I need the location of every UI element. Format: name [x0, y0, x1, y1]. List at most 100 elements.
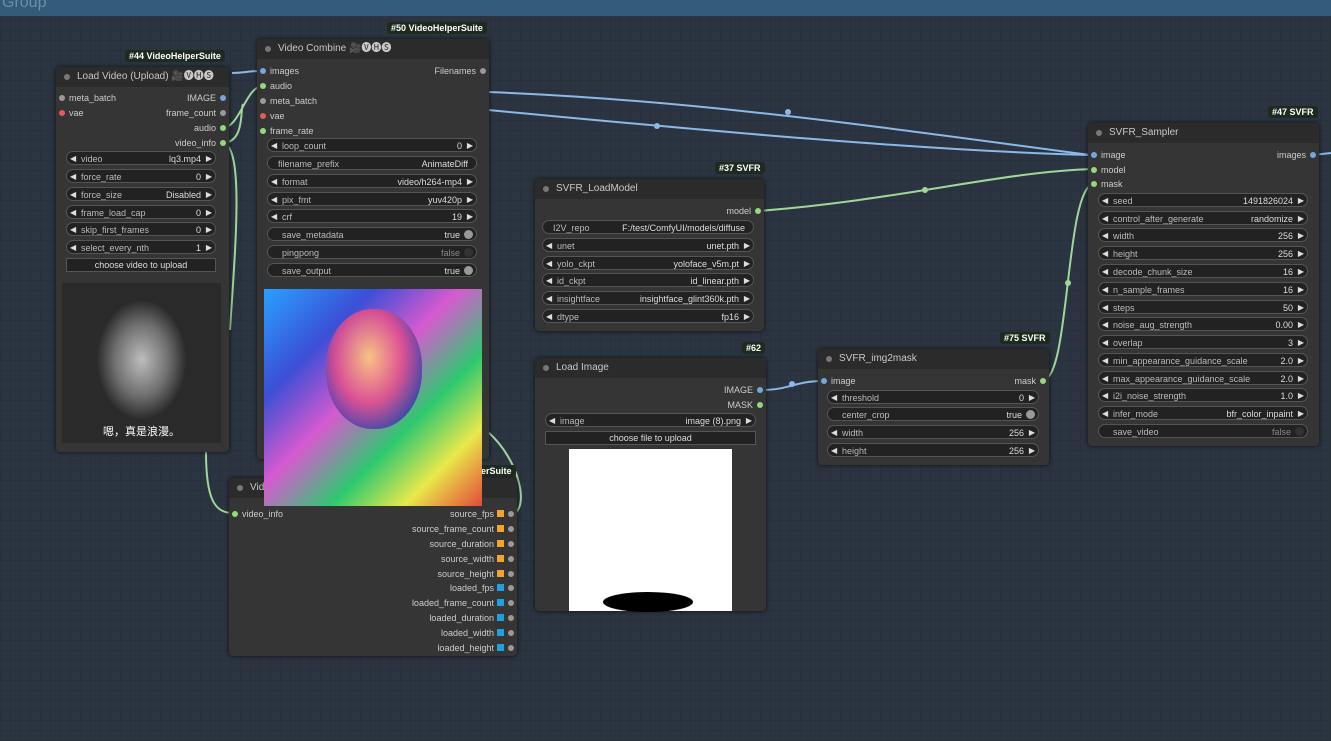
- output-images[interactable]: images: [1277, 148, 1317, 162]
- node-title[interactable]: SVFR_Sampler: [1088, 123, 1319, 143]
- widget-decode-chunk-size[interactable]: ◀ decode_chunk_size 16 ▶: [1098, 264, 1308, 278]
- widget-max-appearance-guidance-scale[interactable]: ◀ max_appearance_guidance_scale 2.0 ▶: [1098, 371, 1308, 385]
- collapse-dot-icon[interactable]: [543, 186, 549, 192]
- widget-yolo-ckpt[interactable]: ◀ yolo_ckpt yoloface_v5m.pt ▶: [542, 256, 754, 270]
- toggle-save-output[interactable]: save_output true: [267, 263, 477, 277]
- widget-video[interactable]: ◀ video lq3.mp4 ▶: [66, 151, 216, 165]
- node-load-image[interactable]: Load Image IMAGE MASK ◀ image image (8).pn…: [535, 358, 766, 612]
- upload-video-button[interactable]: choose video to upload: [66, 258, 216, 272]
- widget-format[interactable]: ◀ format video/h264-mp4 ▶: [267, 174, 477, 188]
- collapse-dot-icon[interactable]: [826, 356, 832, 362]
- input-image[interactable]: image: [1090, 148, 1126, 162]
- mask-preview: [569, 449, 732, 612]
- output-source-fps[interactable]: source_fps: [450, 507, 515, 521]
- widget-crf[interactable]: ◀ crf 19 ▶: [267, 209, 477, 223]
- output-frame-count[interactable]: frame_count: [166, 106, 227, 120]
- widget-min-appearance-guidance-scale[interactable]: ◀ min_appearance_guidance_scale 2.0 ▶: [1098, 353, 1308, 367]
- widget-height[interactable]: ◀ height 256 ▶: [827, 443, 1039, 457]
- output-video-info[interactable]: video_info: [175, 136, 227, 150]
- node-title[interactable]: Load Video (Upload) 🎥🅥🅗🅢: [56, 67, 229, 87]
- upload-image-button[interactable]: choose file to upload: [545, 431, 756, 445]
- input-frame-rate[interactable]: frame_rate: [259, 124, 314, 138]
- output-loaded-frame-count[interactable]: loaded_frame_count: [412, 596, 515, 610]
- output-video-preview: [264, 289, 482, 506]
- widget-insightface[interactable]: ◀ insightface insightface_glint360k.pth ▶: [542, 291, 754, 305]
- widget-force-rate[interactable]: ◀ force_rate 0 ▶: [66, 169, 216, 183]
- widget-height[interactable]: ◀ height 256 ▶: [1098, 246, 1308, 260]
- output-loaded-fps[interactable]: loaded_fps: [450, 581, 515, 595]
- collapse-dot-icon[interactable]: [1096, 130, 1102, 136]
- output-source-frame-count[interactable]: source_frame_count: [412, 522, 515, 536]
- toggle-save-metadata[interactable]: save_metadata true: [267, 227, 477, 241]
- input-video-info[interactable]: video_info: [231, 507, 283, 521]
- input-meta-batch[interactable]: meta_batch: [58, 91, 116, 105]
- collapse-dot-icon[interactable]: [237, 485, 243, 491]
- widget-width[interactable]: ◀ width 256 ▶: [1098, 228, 1308, 242]
- input-mask[interactable]: mask: [1090, 177, 1123, 191]
- toggle-save-video[interactable]: save_video false: [1098, 424, 1308, 438]
- output-source-duration[interactable]: source_duration: [429, 537, 515, 551]
- video-subtitle: 嗯，真是浪漫。: [103, 426, 180, 438]
- output-model[interactable]: model: [726, 204, 762, 218]
- node-svfr-img2mask[interactable]: SVFR_img2mask image mask ◀ threshold 0 ▶ ce…: [818, 349, 1049, 465]
- node-badge: erSuite: [477, 465, 516, 477]
- input-vae[interactable]: vae: [259, 109, 285, 123]
- node-badge: #75 SVFR: [1000, 332, 1050, 344]
- widget-threshold[interactable]: ◀ threshold 0 ▶: [827, 390, 1039, 404]
- widget-i2i-noise-strength[interactable]: ◀ i2i_noise_strength 1.0 ▶: [1098, 388, 1308, 402]
- widget-id-ckpt[interactable]: ◀ id_ckpt id_linear.pth ▶: [542, 273, 754, 287]
- input-image[interactable]: image: [820, 374, 856, 388]
- widget-width[interactable]: ◀ width 256 ▶: [827, 425, 1039, 439]
- widget-loop-count[interactable]: ◀ loop_count 0 ▶: [267, 138, 477, 152]
- output-source-width[interactable]: source_width: [441, 552, 515, 566]
- collapse-dot-icon[interactable]: [543, 365, 549, 371]
- output-image[interactable]: IMAGE: [724, 383, 764, 397]
- collapse-dot-icon[interactable]: [265, 46, 271, 52]
- widget-force-size[interactable]: ◀ force_size Disabled ▶: [66, 187, 216, 201]
- input-model[interactable]: model: [1090, 163, 1126, 177]
- widget-seed[interactable]: ◀ seed 1491826024 ▶: [1098, 193, 1308, 207]
- toggle-center-crop[interactable]: center_crop true: [827, 407, 1039, 421]
- widget-control-after-generate[interactable]: ◀ control_after_generate randomize ▶: [1098, 211, 1308, 225]
- node-load-video[interactable]: Load Video (Upload) 🎥🅥🅗🅢 meta_batch vae …: [56, 67, 229, 452]
- output-filenames[interactable]: Filenames: [434, 64, 487, 78]
- widget-dtype[interactable]: ◀ dtype fp16 ▶: [542, 309, 754, 323]
- node-title[interactable]: SVFR_img2mask: [818, 349, 1049, 369]
- output-audio[interactable]: audio: [194, 121, 227, 135]
- output-mask[interactable]: mask: [1014, 374, 1047, 388]
- widget-unet[interactable]: ◀ unet unet.pth ▶: [542, 238, 754, 252]
- node-badge: #44 VideoHelperSuite: [125, 50, 225, 62]
- output-loaded-height[interactable]: loaded_height: [437, 641, 515, 655]
- widget-i2v-repo[interactable]: I2V_repo F:/test/ComfyUI/models/diffuse: [542, 220, 754, 234]
- node-title[interactable]: Video Combine 🎥🅥🅗🅢: [257, 39, 489, 59]
- widget-n-sample-frames[interactable]: ◀ n_sample_frames 16 ▶: [1098, 282, 1308, 296]
- node-svfr-sampler[interactable]: SVFR_Sampler image model mask images ◀ se…: [1088, 123, 1319, 446]
- input-vae[interactable]: vae: [58, 106, 84, 120]
- output-image[interactable]: IMAGE: [187, 91, 227, 105]
- output-source-height[interactable]: source_height: [437, 567, 515, 581]
- node-title[interactable]: Load Image: [535, 358, 766, 378]
- group-header[interactable]: Group: [0, 0, 1331, 16]
- widget-select-every-nth[interactable]: ◀ select_every_nth 1 ▶: [66, 240, 216, 254]
- input-images[interactable]: images: [259, 64, 299, 78]
- widget-infer-mode[interactable]: ◀ infer_mode bfr_color_inpaint ▶: [1098, 406, 1308, 420]
- collapse-dot-icon[interactable]: [64, 74, 70, 80]
- widget-skip-first-frames[interactable]: ◀ skip_first_frames 0 ▶: [66, 222, 216, 236]
- widget-image[interactable]: ◀ image image (8).png ▶: [545, 413, 756, 427]
- input-audio[interactable]: audio: [259, 79, 292, 93]
- widget-noise-aug-strength[interactable]: ◀ noise_aug_strength 0.00 ▶: [1098, 317, 1308, 331]
- node-badge: #47 SVFR: [1268, 106, 1318, 118]
- widget-pix-fmt[interactable]: ◀ pix_fmt yuv420p ▶: [267, 192, 477, 206]
- widget-overlap[interactable]: ◀ overlap 3 ▶: [1098, 335, 1308, 349]
- input-meta-batch[interactable]: meta_batch: [259, 94, 317, 108]
- node-badge: #50 VideoHelperSuite: [387, 22, 487, 34]
- widget-steps[interactable]: ◀ steps 50 ▶: [1098, 300, 1308, 314]
- output-loaded-width[interactable]: loaded_width: [441, 626, 515, 640]
- output-loaded-duration[interactable]: loaded_duration: [429, 611, 515, 625]
- node-svfr-loadmodel[interactable]: SVFR_LoadModel model I2V_repo F:/test/Com…: [535, 179, 764, 331]
- widget-frame-load-cap[interactable]: ◀ frame_load_cap 0 ▶: [66, 205, 216, 219]
- node-title[interactable]: SVFR_LoadModel: [535, 179, 764, 199]
- output-mask[interactable]: MASK: [727, 398, 764, 412]
- widget-filename-prefix[interactable]: filename_prefix AnimateDiff: [267, 156, 477, 170]
- toggle-pingpong[interactable]: pingpong false: [267, 245, 477, 259]
